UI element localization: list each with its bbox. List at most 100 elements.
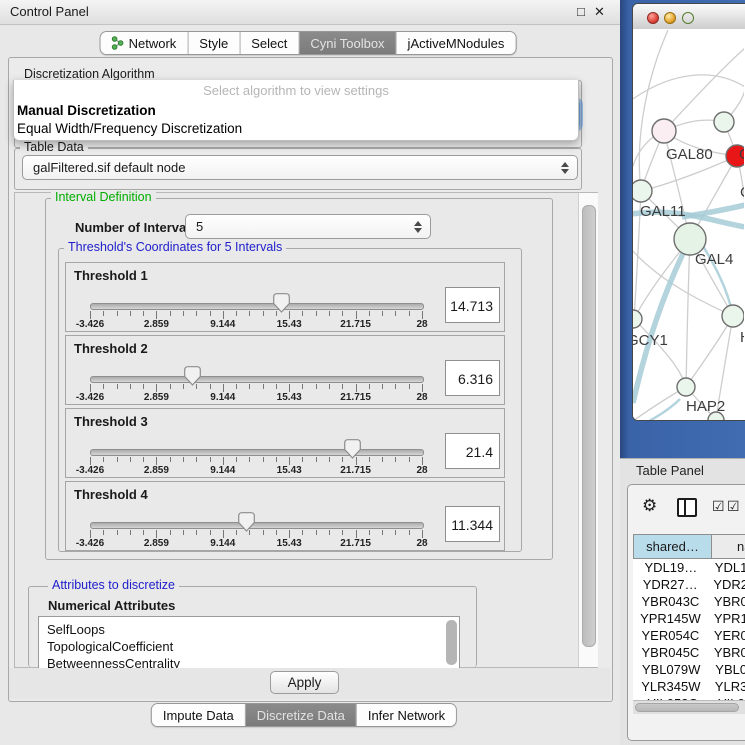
scrollbar-thumb[interactable] xyxy=(582,205,596,647)
cell-shared-name[interactable]: YER054C xyxy=(633,628,708,643)
slider-track[interactable] xyxy=(90,522,424,529)
cell-name[interactable]: YPR1 xyxy=(708,611,745,626)
network-canvas[interactable]: GAL80GACGAL11GAL4GCY1HHAP2 xyxy=(633,29,745,420)
tick-label: 21.715 xyxy=(340,392,371,403)
list-scrollbar-thumb[interactable] xyxy=(446,620,457,665)
cell-shared-name[interactable]: YPR145W xyxy=(633,611,708,626)
table-data-combobox[interactable]: galFiltered.sif default node xyxy=(22,155,578,180)
stepper-icon xyxy=(558,162,572,174)
close-panel-icon[interactable]: ✕ xyxy=(594,4,605,20)
tab-infer-network[interactable]: Infer Network xyxy=(357,704,456,726)
slider-track[interactable] xyxy=(90,303,424,310)
tab-select[interactable]: Select xyxy=(240,32,299,54)
tab-discretize-data[interactable]: Discretize Data xyxy=(246,704,357,726)
algorithm-dropdown-popup: Select algorithm to view settings Manual… xyxy=(13,80,579,141)
tick-label: 15.43 xyxy=(277,319,302,330)
screenshot-root: Control Panel □ ✕ NetworkStyleSelectCyni… xyxy=(0,0,745,745)
split-columns-icon[interactable] xyxy=(677,498,697,517)
network-node-hap2[interactable] xyxy=(677,378,695,396)
tick-label: 2.859 xyxy=(144,392,169,403)
tab-jactivemnodules[interactable]: jActiveMNodules xyxy=(397,32,516,54)
apply-button[interactable]: Apply xyxy=(270,671,339,694)
tick-label: 9.144 xyxy=(210,465,235,476)
cell-name[interactable]: YER0 xyxy=(708,628,745,643)
cell-name[interactable]: YBR0 xyxy=(708,645,745,660)
cell-name[interactable]: YBL0 xyxy=(709,662,745,677)
network-edge xyxy=(686,239,690,387)
node-label-red-node: C xyxy=(740,184,744,201)
algorithm-option-manual[interactable]: Manual Discretization xyxy=(17,103,156,118)
network-node-gal11[interactable] xyxy=(633,180,652,202)
network-node-gal-partial[interactable] xyxy=(714,112,734,132)
slider-track[interactable] xyxy=(90,376,424,383)
interval-definition-label: Interval Definition xyxy=(51,191,156,204)
column-header-shared[interactable]: shared… xyxy=(633,534,712,559)
network-node-gal80[interactable] xyxy=(652,119,676,143)
gear-icon[interactable]: ⚙ xyxy=(642,497,657,514)
list-item[interactable]: SelfLoops xyxy=(39,621,459,638)
tick-label: 28 xyxy=(416,392,427,403)
settings-vertical-scrollbar[interactable] xyxy=(578,193,598,667)
control-panel-titlebar xyxy=(0,0,620,25)
tab-label: Style xyxy=(199,36,228,51)
table-row: YDL19…YDL1 xyxy=(633,559,745,576)
slider-ticks xyxy=(90,457,422,467)
checkbox-icon[interactable]: ☑ xyxy=(727,499,740,513)
table-data-group-label: Table Data xyxy=(20,141,88,154)
numerical-attributes-list[interactable]: SelfLoopsTopologicalCoefficientBetweenne… xyxy=(38,616,460,669)
threshold-row: Threshold 3-3.4262.8599.14415.4321.71528… xyxy=(65,408,505,478)
list-item[interactable]: TopologicalCoefficient xyxy=(39,638,459,655)
bottom-tab-bar: Impute DataDiscretize DataInfer Network xyxy=(151,703,457,727)
threshold-value-input[interactable]: 11.344 xyxy=(445,506,500,542)
threshold-value-input[interactable]: 6.316 xyxy=(445,360,500,396)
slider-thumb[interactable] xyxy=(273,293,290,313)
close-traffic-light-icon[interactable] xyxy=(647,12,659,24)
thresholds-group-label: Threshold's Coordinates for 5 Intervals xyxy=(64,241,286,254)
tab-cyni-toolbox[interactable]: Cyni Toolbox xyxy=(299,32,396,54)
threshold-value-input[interactable]: 14.713 xyxy=(445,287,500,323)
slider-ticks xyxy=(90,530,422,540)
table-horizontal-scrollbar[interactable] xyxy=(633,700,745,714)
cell-shared-name[interactable]: YBR043C xyxy=(633,594,708,609)
network-node-h-partial[interactable] xyxy=(722,305,744,327)
threshold-label: Threshold 3 xyxy=(74,414,148,429)
minimize-traffic-light-icon[interactable] xyxy=(664,12,676,24)
tab-network[interactable]: Network xyxy=(101,32,189,54)
column-header-name[interactable]: na xyxy=(712,534,745,559)
threshold-label: Threshold 1 xyxy=(74,268,148,283)
table-panel: ⚙ ☑ ☑ shared… na YDL19…YDL1YDR27…YDR2 YBR… xyxy=(627,484,745,741)
cell-shared-name[interactable]: YDL19… xyxy=(633,560,709,575)
cell-name[interactable]: YBR0 xyxy=(708,594,745,609)
list-item[interactable]: BetweennessCentrality xyxy=(39,655,459,669)
checkbox-icon[interactable]: ☑ xyxy=(712,499,725,513)
slider-track[interactable] xyxy=(90,449,424,456)
cell-name[interactable]: YDR2 xyxy=(707,577,745,592)
tick-label: 15.43 xyxy=(277,538,302,549)
tick-label: -3.426 xyxy=(76,538,104,549)
cell-name[interactable]: YDL1 xyxy=(709,560,745,575)
algorithm-placeholder: Select algorithm to view settings xyxy=(14,83,578,98)
tab-label: jActiveMNodules xyxy=(408,36,505,51)
cell-shared-name[interactable]: YDR27… xyxy=(633,577,707,592)
num-intervals-combobox[interactable]: 5 xyxy=(185,214,431,239)
slider-thumb[interactable] xyxy=(184,366,201,386)
tick-label: 21.715 xyxy=(340,538,371,549)
hscroll-thumb[interactable] xyxy=(635,703,739,712)
cell-shared-name[interactable]: YBL079W xyxy=(633,662,709,677)
threshold-value-input[interactable]: 21.4 xyxy=(445,433,500,469)
top-tab-bar: Network Style Select Cyni Toolbox jActiveMNo… xyxy=(100,31,517,55)
cell-shared-name[interactable]: YLR345W xyxy=(633,679,709,694)
float-window-icon[interactable]: □ xyxy=(577,4,585,19)
tick-label: 2.859 xyxy=(144,538,169,549)
slider-thumb[interactable] xyxy=(238,512,255,532)
algorithm-option-equal-width[interactable]: Equal Width/Frequency Discretization xyxy=(17,121,242,136)
stepper-icon xyxy=(411,221,425,233)
tab-style[interactable]: Style xyxy=(188,32,240,54)
tab-label: Cyni Toolbox xyxy=(310,36,384,51)
cell-shared-name[interactable]: YBR045C xyxy=(633,645,708,660)
tab-impute-data[interactable]: Impute Data xyxy=(152,704,246,726)
slider-thumb[interactable] xyxy=(344,439,361,459)
network-window-titlebar[interactable] xyxy=(633,4,745,30)
cell-name[interactable]: YLR3 xyxy=(709,679,745,694)
zoom-traffic-light-icon[interactable] xyxy=(682,12,694,24)
